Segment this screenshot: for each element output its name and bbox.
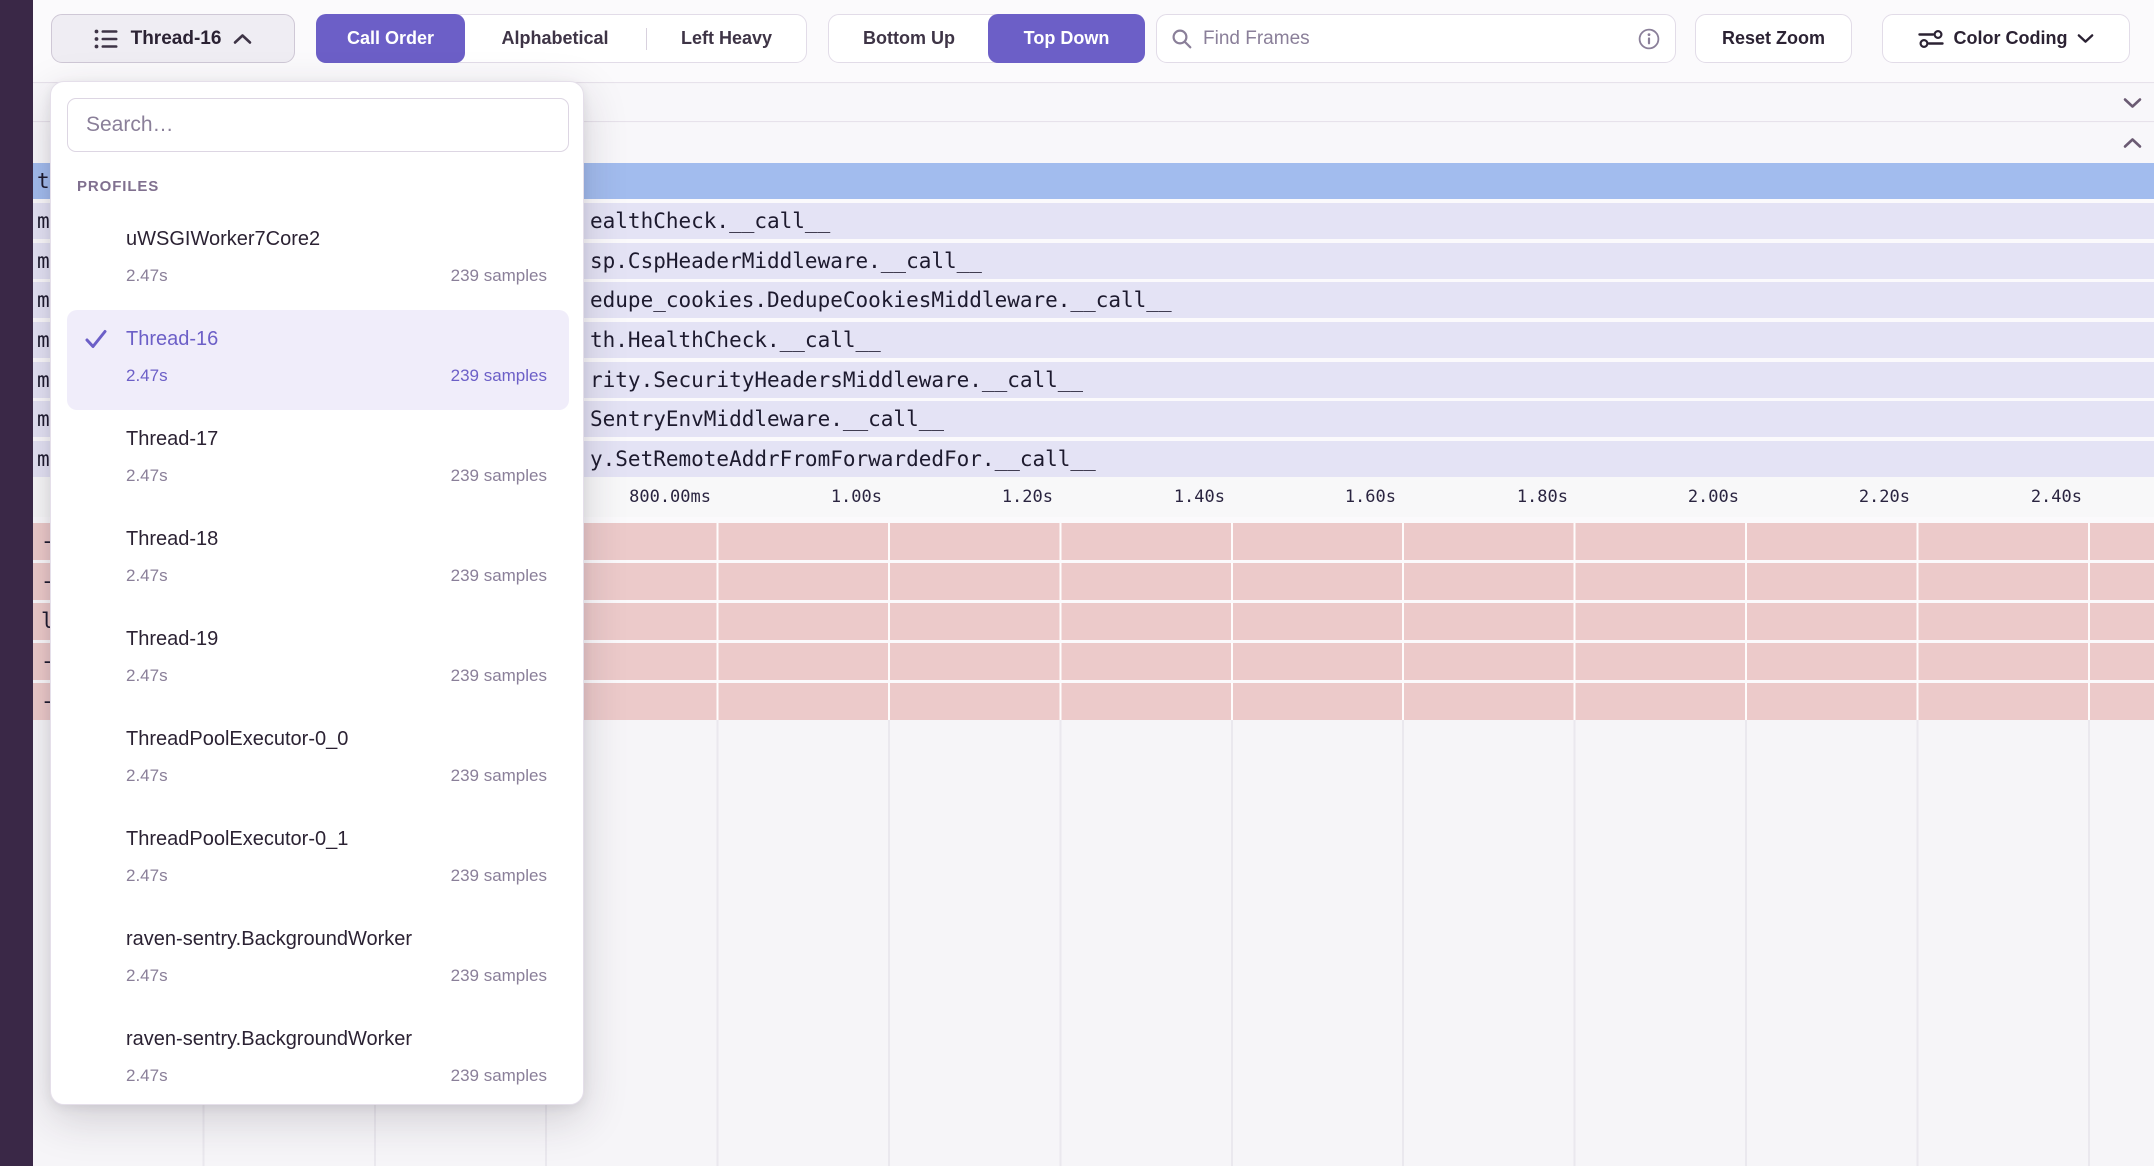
thread-search-input[interactable] — [67, 98, 569, 152]
time-axis-tick: 800.00ms — [629, 477, 711, 517]
chevron-down-icon — [2077, 33, 2094, 44]
frame-label-fragment: m — [37, 282, 50, 318]
time-axis-tick: 2.40s — [2031, 477, 2082, 517]
list-icon — [94, 28, 119, 50]
sliders-icon — [1918, 28, 1944, 50]
frame-label-fragment: t — [37, 163, 50, 199]
thread-name: uWSGIWorker7Core2 — [126, 226, 320, 252]
info-icon[interactable] — [1637, 27, 1661, 51]
direction-segmented-control: Bottom Up Top Down — [828, 14, 1145, 63]
frame-label-fragment: m — [37, 243, 50, 279]
checkmark-icon — [84, 328, 108, 350]
thread-name: raven-sentry.BackgroundWorker — [126, 1026, 412, 1052]
thread-duration: 2.47s — [126, 466, 168, 486]
thread-samples: 239 samples — [451, 266, 547, 286]
frame-label: y.SetRemoteAddrFromForwardedFor.__call__ — [590, 441, 1096, 477]
thread-duration: 2.47s — [126, 366, 168, 386]
thread-list-item[interactable]: raven-sentry.BackgroundWorker 2.47s 239 … — [67, 910, 569, 1010]
thread-name: Thread-17 — [126, 426, 218, 452]
frame-label-fragment: m — [37, 441, 50, 477]
chevron-down-icon — [2123, 97, 2142, 109]
thread-duration: 2.47s — [126, 966, 168, 986]
frame-label-fragment: m — [37, 362, 50, 398]
frame-label: ealthCheck.__call__ — [590, 203, 830, 239]
toolbar: Thread-16 Call Order Alphabetical Left H… — [0, 0, 2154, 83]
thread-name: Thread-18 — [126, 526, 218, 552]
thread-name: Thread-16 — [126, 326, 218, 352]
thread-dropdown-panel: PROFILES uWSGIWorker7Core2 2.47s 239 sam… — [50, 81, 584, 1105]
sort-order-segmented-control: Call Order Alphabetical Left Heavy — [316, 14, 807, 63]
thread-selector-button[interactable]: Thread-16 — [51, 14, 295, 63]
frame-label: rity.SecurityHeadersMiddleware.__call__ — [590, 362, 1083, 398]
thread-samples: 239 samples — [451, 666, 547, 686]
time-axis-tick: 1.20s — [1002, 477, 1053, 517]
color-coding-label: Color Coding — [1954, 28, 2068, 49]
thread-list-item[interactable]: raven-sentry.BackgroundWorker 2.47s 239 … — [67, 1010, 569, 1105]
time-axis-tick: 2.00s — [1688, 477, 1739, 517]
thread-list-item[interactable]: ThreadPoolExecutor-0_0 2.47s 239 samples — [67, 710, 569, 810]
thread-samples: 239 samples — [451, 466, 547, 486]
frame-label-fragment: m — [37, 401, 50, 437]
chevron-up-icon — [2123, 137, 2142, 149]
thread-duration: 2.47s — [126, 666, 168, 686]
frame-label: sp.CspHeaderMiddleware.__call__ — [590, 243, 982, 279]
frame-label: SentryEnvMiddleware.__call__ — [590, 401, 944, 437]
sort-option-left-heavy[interactable]: Left Heavy — [647, 15, 806, 62]
frame-label: edupe_cookies.DedupeCookiesMiddleware.__… — [590, 282, 1172, 318]
find-frames-input[interactable] — [1203, 28, 1627, 50]
sort-option-call-order[interactable]: Call Order — [316, 14, 465, 63]
color-coding-button[interactable]: Color Coding — [1882, 14, 2130, 63]
reset-zoom-label: Reset Zoom — [1722, 28, 1825, 49]
expand-section-button[interactable] — [2123, 137, 2142, 149]
app-sidebar-strip[interactable] — [0, 0, 33, 1166]
search-icon — [1171, 28, 1193, 50]
thread-samples: 239 samples — [451, 1066, 547, 1086]
find-frames-search[interactable] — [1156, 14, 1676, 63]
time-axis-tick: 1.00s — [831, 477, 882, 517]
thread-samples: 239 samples — [451, 966, 547, 986]
thread-samples: 239 samples — [451, 366, 547, 386]
reset-zoom-button[interactable]: Reset Zoom — [1695, 14, 1852, 63]
thread-list-item[interactable]: Thread-18 2.47s 239 samples — [67, 510, 569, 610]
frame-label-fragment: m — [37, 203, 50, 239]
time-axis-tick: 2.20s — [1859, 477, 1910, 517]
thread-duration: 2.47s — [126, 866, 168, 886]
thread-duration: 2.47s — [126, 766, 168, 786]
time-axis-tick: 1.60s — [1345, 477, 1396, 517]
sort-option-alphabetical[interactable]: Alphabetical — [464, 15, 646, 62]
profiles-section-label: PROFILES — [77, 178, 159, 195]
thread-list-item[interactable]: uWSGIWorker7Core2 2.47s 239 samples — [67, 210, 569, 310]
thread-name: raven-sentry.BackgroundWorker — [126, 926, 412, 952]
direction-option-bottom-up[interactable]: Bottom Up — [829, 15, 989, 62]
thread-name: Thread-19 — [126, 626, 218, 652]
frame-label-fragment: m — [37, 322, 50, 358]
thread-duration: 2.47s — [126, 266, 168, 286]
thread-name: ThreadPoolExecutor-0_0 — [126, 726, 348, 752]
thread-name: ThreadPoolExecutor-0_1 — [126, 826, 348, 852]
thread-list: uWSGIWorker7Core2 2.47s 239 samples Thre… — [51, 210, 584, 1105]
frame-label: th.HealthCheck.__call__ — [590, 322, 881, 358]
thread-list-item-selected[interactable]: Thread-16 2.47s 239 samples — [67, 310, 569, 410]
thread-samples: 239 samples — [451, 866, 547, 886]
chevron-up-icon — [233, 33, 252, 45]
collapse-section-button[interactable] — [2123, 97, 2142, 109]
thread-duration: 2.47s — [126, 1066, 168, 1086]
time-axis-tick: 1.40s — [1174, 477, 1225, 517]
thread-list-item[interactable]: Thread-17 2.47s 239 samples — [67, 410, 569, 510]
thread-duration: 2.47s — [126, 566, 168, 586]
direction-option-top-down[interactable]: Top Down — [988, 14, 1145, 63]
thread-samples: 239 samples — [451, 566, 547, 586]
thread-selector-label: Thread-16 — [131, 28, 222, 50]
thread-samples: 239 samples — [451, 766, 547, 786]
time-axis-tick: 1.80s — [1517, 477, 1568, 517]
thread-list-item[interactable]: Thread-19 2.47s 239 samples — [67, 610, 569, 710]
thread-list-item[interactable]: ThreadPoolExecutor-0_1 2.47s 239 samples — [67, 810, 569, 910]
flamegraph-profiler-screen: t m ealthCheck.__call__ m sp.CspHeaderMi… — [0, 0, 2154, 1166]
